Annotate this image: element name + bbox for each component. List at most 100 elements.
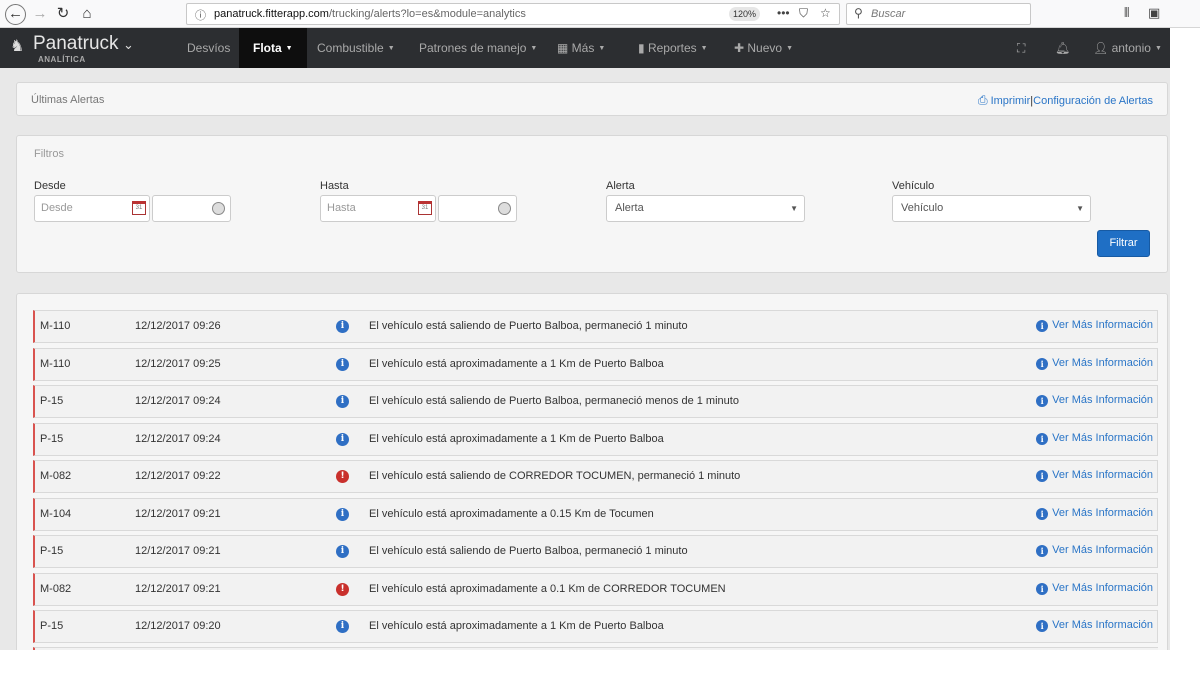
alert-unit: P-15 — [40, 545, 64, 557]
alert-message: El vehículo está aproximadamente a 1 Km … — [369, 620, 664, 632]
info-icon: i — [1036, 395, 1049, 407]
print-link[interactable]: Imprimir — [991, 95, 1031, 107]
caret-down-icon: ▼ — [387, 45, 395, 52]
print-icon[interactable]: ⎙ — [978, 93, 988, 107]
plus-icon: ✚ — [734, 41, 748, 55]
nav-nuevo[interactable]: ✚ Nuevo ▼ — [734, 28, 793, 68]
alert-unit: P-15 — [40, 395, 64, 407]
alert-danger-icon: ! — [336, 470, 349, 483]
info-icon: i — [1036, 507, 1049, 520]
info-icon: i — [1036, 470, 1049, 482]
caret-down-icon: ▼ — [786, 45, 794, 52]
clock-icon[interactable] — [212, 202, 225, 215]
alert-info-icon: i — [336, 432, 349, 446]
header-links: ⎙ Imprimir|Configuración de Alertas — [978, 93, 1153, 108]
calendar-icon[interactable]: 31 — [418, 201, 432, 215]
list-item: P-15 12/12/2017 09:24 i El vehículo está ap… — [33, 422, 1158, 456]
vehicle-select-value: Vehículo — [901, 202, 944, 214]
more-info-label: Ver Más Información — [1052, 394, 1153, 406]
alert-danger-icon: ! — [336, 582, 349, 596]
filters-panel: Filtros Desde Desde 31 Hasta Hasta 31 Aler… — [16, 135, 1168, 273]
home-icon[interactable]: ⌂ — [77, 4, 97, 24]
nav-desvios[interactable]: Desvíos — [187, 28, 230, 68]
nav-mas[interactable]: ▦ Más ▼ — [557, 28, 605, 68]
more-info-link[interactable]: i Ver Más Información — [1036, 582, 1153, 595]
more-info-link[interactable]: i Ver Más Información — [1036, 619, 1153, 632]
filter-button[interactable]: Filtrar — [1097, 230, 1150, 257]
alert-info-icon: i — [336, 545, 349, 558]
truck-logo-icon: ♞ — [10, 38, 25, 55]
alert-config-link[interactable]: Configuración de Alertas — [1033, 95, 1153, 107]
from-date-input[interactable]: Desde 31 — [34, 195, 150, 222]
more-info-link[interactable]: i Ver Más Información — [1036, 432, 1153, 445]
more-info-label: Ver Más Información — [1052, 619, 1153, 631]
more-info-link[interactable]: i Ver Más Información — [1036, 319, 1153, 332]
back-icon[interactable]: ← — [5, 4, 26, 25]
alert-message: El vehículo está saliendo de Puerto Balb… — [369, 395, 739, 407]
alert-message: El vehículo está aproximadamente a 0.15 … — [369, 507, 654, 520]
filters-title: Filtros — [34, 148, 64, 160]
more-info-label: Ver Más Información — [1052, 431, 1153, 444]
alert-select-value: Alerta — [615, 202, 644, 214]
zoom-badge[interactable]: 120% — [729, 7, 761, 21]
alert-unit: M-110 — [40, 357, 71, 370]
info-icon: i — [1036, 582, 1049, 595]
more-info-label: Ver Más Información — [1052, 506, 1153, 519]
list-item: M-082 12/12/2017 09:22! El vehículo está s… — [33, 460, 1158, 493]
more-info-link[interactable]: i Ver Más Información — [1036, 357, 1153, 370]
alert-time: 12/12/2017 09:21 — [135, 582, 221, 595]
nav-combustible[interactable]: Combustible ▼ — [317, 28, 395, 68]
alert-time: 12/12/2017 09:24 — [135, 395, 221, 407]
alert-unit: M-110 — [40, 320, 71, 332]
alert-info-icon: i — [336, 620, 349, 633]
nav-reportes[interactable]: ▮ Reportes ▼ — [638, 28, 708, 68]
to-date-input[interactable]: Hasta 31 — [320, 195, 436, 222]
pocket-icon[interactable]: ⛉ — [799, 6, 808, 21]
more-info-label: Ver Más Información — [1052, 544, 1153, 556]
search-input[interactable]: ⚲ Buscar — [846, 3, 1031, 25]
calendar-icon[interactable]: 31 — [132, 201, 146, 215]
library-icon[interactable]: ⫴ — [1124, 5, 1129, 21]
bell-icon[interactable]: 🔔︎ — [1055, 28, 1070, 68]
vehicle-select[interactable]: Vehículo ▼ — [892, 195, 1091, 222]
alerts-list-panel: M-110 12/12/2017 09:26 i El vehículo está s… — [16, 293, 1168, 657]
reload-icon[interactable]: ↻ — [53, 4, 73, 24]
sitemap-icon[interactable]: ⛶ — [1017, 28, 1025, 68]
nav-patrones[interactable]: Patrones de manejo ▼ — [419, 28, 537, 68]
more-actions-icon[interactable]: ••• — [777, 6, 790, 20]
alert-message: El vehículo está aproximadamente a 1 Km … — [369, 357, 664, 370]
clock-icon[interactable] — [498, 202, 511, 215]
more-info-link[interactable]: i Ver Más Información — [1036, 507, 1153, 520]
alert-unit: M-104 — [40, 507, 72, 520]
alert-select[interactable]: Alerta ▼ — [606, 195, 805, 222]
alert-time: 12/12/2017 09:21 — [135, 545, 221, 557]
list-item: P-15 12/12/2017 09:20 i El vehículo está ap… — [33, 610, 1158, 643]
alert-message: El vehículo está saliendo de Puerto Balb… — [369, 320, 688, 332]
book-icon: ▮ — [638, 41, 648, 55]
more-info-link[interactable]: i Ver Más Información — [1036, 469, 1153, 482]
alerts-header-panel: Últimas Alertas ⎙ Imprimir|Configuración … — [16, 82, 1168, 116]
url-bar[interactable]: ⓘ panatruck.fitterapp.com/trucking/alert… — [186, 3, 840, 25]
to-time-input[interactable] — [438, 195, 517, 222]
alert-info-icon: i — [336, 395, 349, 408]
user-menu[interactable]: 👤︎ antonio ▼ — [1093, 28, 1162, 68]
caret-down-icon: ▼ — [285, 45, 293, 52]
info-icon: i — [1036, 620, 1049, 632]
caret-down-icon: ▼ — [700, 45, 708, 52]
more-info-label: Ver Más Información — [1052, 356, 1153, 369]
info-icon[interactable]: ⓘ — [195, 7, 206, 23]
alert-info-icon: i — [336, 357, 349, 371]
caret-down-icon: ▼ — [1154, 45, 1162, 52]
vehicle-label: Vehículo — [892, 180, 935, 192]
alert-time: 12/12/2017 09:22 — [135, 470, 221, 482]
sidebar-icon[interactable]: ▣ — [1148, 5, 1160, 21]
more-info-link[interactable]: i Ver Más Información — [1036, 394, 1153, 407]
app-navbar: ♞ Panatruck ANALÍTICA ⌄ Desvíos Flota ▼ C… — [0, 28, 1170, 68]
caret-down-icon: ▼ — [530, 45, 538, 52]
bookmark-star-icon[interactable]: ☆ — [820, 6, 831, 20]
from-time-input[interactable] — [152, 195, 231, 222]
forward-icon[interactable]: → — [30, 4, 50, 24]
nav-flota[interactable]: Flota ▼ — [239, 28, 307, 68]
right-blank — [1170, 28, 1200, 675]
more-info-link[interactable]: i Ver Más Información — [1036, 544, 1153, 557]
